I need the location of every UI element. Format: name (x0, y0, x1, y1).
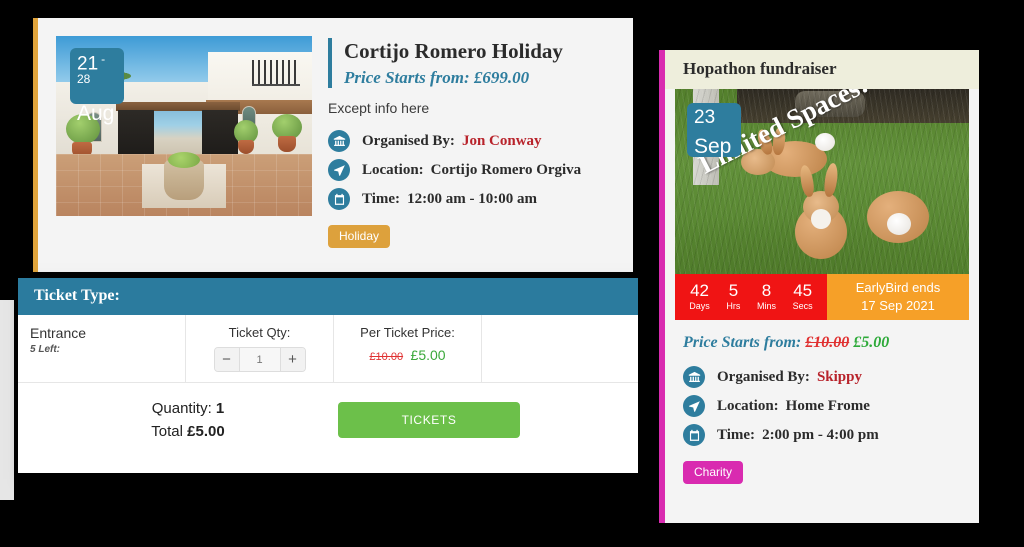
price-group: £10.00 £5.00 (346, 347, 469, 365)
page-root: 21 -28 Aug Cortijo Romero Holiday Price S… (0, 0, 1024, 547)
fundraiser-date-badge: 23 Sep (687, 103, 741, 157)
quantity-stepper[interactable]: − 1 + (213, 347, 306, 372)
tickets-button[interactable]: TICKETS (338, 402, 520, 439)
countdown-secs-value: 45 (793, 281, 813, 301)
event-detail-card: 21 -28 Aug Cortijo Romero Holiday Price S… (33, 18, 633, 272)
earlybird-line1: EarlyBird ends (855, 280, 941, 296)
meta-value-organiser: Jon Conway (461, 132, 542, 149)
countdown-mins-value: 8 (761, 281, 772, 301)
countdown-secs-label: Secs (792, 301, 813, 312)
price-original: £10.00 (369, 351, 404, 363)
table-row-price-cell: Per Ticket Price: £10.00 £5.00 (334, 315, 482, 382)
decrement-button[interactable]: − (214, 348, 240, 371)
calendar-icon (683, 424, 705, 446)
countdown-units: 42 Days 5 Hrs 8 Mins 45 Secs (675, 274, 827, 320)
ticket-table: Entrance 5 Left: Ticket Qty: − 1 + Per T… (18, 315, 638, 383)
location-icon (328, 159, 350, 182)
countdown-days: 42 Days (689, 282, 710, 311)
table-row-name-cell: Entrance 5 Left: (18, 315, 186, 382)
meta-value-location: Cortijo Romero Orgiva (430, 161, 582, 178)
table-row-qty-cell: Ticket Qty: − 1 + (186, 315, 334, 382)
countdown-days-value: 42 (690, 281, 710, 301)
increment-button[interactable]: + (279, 348, 305, 371)
event-price: Price Starts from: £699.00 (344, 68, 530, 88)
price-original: £10.00 (805, 334, 850, 351)
meta-row-location: Location: Home Frome (683, 395, 967, 417)
ticket-panel: Ticket Type: Entrance 5 Left: Ticket Qty… (18, 278, 638, 473)
meta-row-organiser: Organised By: Skippy (683, 366, 967, 388)
meta-label: Time: (362, 190, 401, 207)
ticket-stock: 5 Left: (30, 344, 60, 355)
event-date-badge: 21 -28 Aug (70, 48, 124, 124)
meta-value-time: 12:00 am - 10:00 am (407, 190, 538, 207)
countdown-mins: 8 Mins (757, 282, 776, 311)
meta-label: Location: (362, 161, 424, 178)
calendar-icon (328, 188, 350, 211)
rabbit-rear (861, 185, 939, 255)
earlybird-line2: 17 Sep 2021 (861, 298, 935, 313)
meta-row-time: Time: 2:00 pm - 4:00 pm (683, 424, 967, 446)
countdown-hours-value: 5 (728, 281, 739, 301)
price-prefix: Price Starts from: (683, 334, 802, 351)
event-title-block: Cortijo Romero Holiday Price Starts from… (328, 38, 619, 89)
countdown-timer: 42 Days 5 Hrs 8 Mins 45 Secs EarlyBird e… (675, 274, 969, 320)
meta-value-organiser: Skippy (816, 368, 862, 385)
event-description: Except info here (328, 100, 430, 117)
table-row-spacer-cell (482, 315, 638, 382)
order-summary: Quantity: 1 Total £5.00 (38, 397, 338, 444)
quantity-summary: Quantity: 1 (38, 397, 338, 420)
earlybird-promo: EarlyBird ends 17 Sep 2021 (827, 274, 969, 320)
meta-label: Location: (717, 397, 779, 414)
price-discounted: £5.00 (410, 347, 446, 363)
total-summary: Total £5.00 (38, 420, 338, 443)
countdown-mins-label: Mins (757, 301, 777, 312)
countdown-hours-label: Hrs (726, 301, 741, 312)
total-value: £5.00 (187, 423, 225, 441)
bank-icon (683, 366, 705, 388)
event-thumbnail[interactable]: 21 -28 Aug (56, 36, 312, 216)
qty-column-header: Ticket Qty: (228, 325, 291, 340)
rabbit-front (783, 162, 863, 265)
location-icon (683, 395, 705, 417)
meta-value-location: Home Frome (785, 397, 870, 414)
meta-label: Organised By: (717, 368, 810, 385)
meta-label: Time: (717, 426, 756, 443)
quantity-input[interactable]: 1 (239, 348, 280, 371)
price-discounted: £5.00 (853, 334, 890, 351)
meta-row-location: Location: Cortijo Romero Orgiva (328, 159, 619, 182)
meta-label: Organised By: (362, 132, 455, 149)
status-badge-charity[interactable]: Charity (683, 461, 744, 484)
date-day: 21 (77, 53, 99, 75)
page-title: Cortijo Romero Holiday (344, 39, 563, 63)
date-day: 23 (694, 107, 716, 128)
meta-row-time: Time: 12:00 am - 10:00 am (328, 188, 619, 211)
background-sheet (0, 300, 14, 500)
meta-value-time: 2:00 pm - 4:00 pm (762, 426, 879, 443)
ticket-panel-header: Ticket Type: (18, 278, 638, 315)
countdown-secs: 45 Secs (793, 282, 813, 311)
quantity-value: 1 (215, 400, 225, 417)
total-label: Total (151, 423, 183, 441)
meta-row-organiser: Organised By: Jon Conway (328, 130, 619, 153)
fundraiser-price: Price Starts from: £10.00 £5.00 (683, 334, 967, 352)
fundraiser-card: Hopathon fundraiser Limited Spaces! 23 S… (659, 50, 979, 523)
countdown-hours: 5 Hrs (726, 282, 740, 311)
bank-icon (328, 130, 350, 153)
status-badge-holiday[interactable]: Holiday (328, 225, 391, 249)
ticket-footer: Quantity: 1 Total £5.00 TICKETS (18, 383, 638, 444)
countdown-days-label: Days (689, 301, 710, 312)
date-month: Sep (694, 135, 732, 158)
quantity-label: Quantity: (151, 400, 212, 417)
price-column-header: Per Ticket Price: (360, 325, 455, 340)
date-month: Aug (77, 101, 115, 125)
rabbits-in-grass-photo[interactable]: Limited Spaces! 23 Sep (675, 89, 969, 274)
ticket-name: Entrance (30, 325, 87, 341)
fundraiser-title: Hopathon fundraiser (665, 50, 979, 89)
